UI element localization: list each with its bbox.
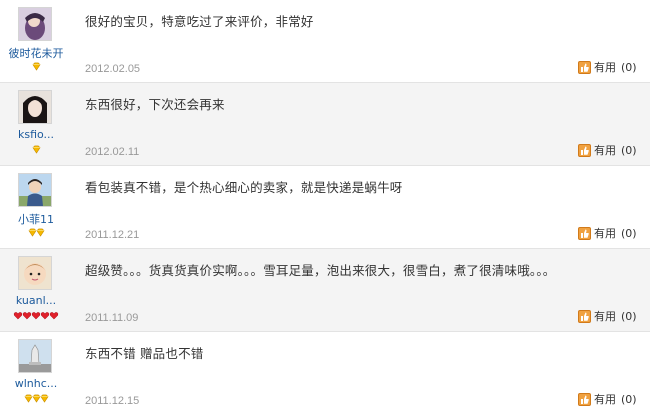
reviewer-info: 小菲11	[0, 166, 72, 248]
review-date: 2012.02.11	[85, 146, 140, 158]
useful-count: (0)	[621, 144, 637, 157]
thumbs-up-icon	[578, 393, 591, 406]
useful-label: 有用	[594, 144, 616, 157]
useful-button[interactable]: 有用 (0)	[578, 144, 650, 158]
yellow-diamond-icon	[40, 394, 49, 403]
review-content: 很好的宝贝，特意吃过了来评价，非常好	[85, 14, 314, 29]
thumbs-up-icon	[578, 227, 591, 240]
avatar-monument-icon	[19, 340, 51, 372]
avatar-baby-icon	[19, 257, 51, 289]
useful-count: (0)	[621, 393, 637, 406]
review-content: 东西很好，下次还会再来	[85, 97, 225, 112]
avatar-dark-hair-icon	[19, 91, 51, 123]
yellow-diamond-icon	[36, 228, 45, 237]
red-heart-icon	[49, 311, 59, 320]
review-date: 2011.11.09	[85, 312, 139, 324]
reputation-badges	[0, 145, 72, 155]
useful-count: (0)	[621, 310, 637, 323]
review-item: ksfio... 东西很好，下次还会再来 2012.02.11 有用 (0)	[0, 83, 650, 166]
review-date: 2011.12.15	[85, 395, 140, 407]
avatar-purple-icon	[19, 8, 51, 40]
thumbs-up-icon	[578, 310, 591, 323]
useful-count: (0)	[621, 61, 637, 74]
avatar[interactable]	[18, 339, 52, 373]
review-content: 看包装真不错，是个热心细心的卖家，就是快递是蜗牛呀	[85, 180, 403, 195]
useful-count: (0)	[621, 227, 637, 240]
reputation-badges	[0, 62, 72, 72]
reviewer-info: wlnhc...	[0, 332, 72, 414]
review-content: 东西不错 赠品也不错	[85, 346, 204, 361]
review-item: kuanl... 超级赞。。。货真货真价实啊。。。雪耳足量，泡出来很大，很雪白，…	[0, 249, 650, 332]
useful-label: 有用	[594, 310, 616, 323]
review-item: 小菲11 看包装真不错，是个热心细心的卖家，就是快递是蜗牛呀 2011.12.2…	[0, 166, 650, 249]
reputation-badges	[0, 311, 72, 321]
review-list: 彼时花未开 很好的宝贝，特意吃过了来评价，非常好 2012.02.05 有用 (…	[0, 0, 650, 416]
avatar-outdoor-icon	[19, 174, 51, 206]
review-item: wlnhc... 东西不错 赠品也不错 2011.12.15 有用 (0)	[0, 332, 650, 416]
avatar[interactable]	[18, 90, 52, 124]
yellow-diamond-icon	[32, 62, 41, 71]
review-date: 2011.12.21	[85, 229, 140, 241]
yellow-diamond-icon	[32, 145, 41, 154]
reviewer-name[interactable]: 小菲11	[0, 211, 72, 227]
useful-label: 有用	[594, 393, 616, 406]
avatar[interactable]	[18, 256, 52, 290]
useful-label: 有用	[594, 227, 616, 240]
reviewer-info: kuanl...	[0, 249, 72, 331]
thumbs-up-icon	[578, 61, 591, 74]
review-date: 2012.02.05	[85, 63, 141, 75]
reviewer-name[interactable]: wlnhc...	[0, 377, 72, 390]
useful-button[interactable]: 有用 (0)	[578, 61, 650, 75]
useful-label: 有用	[594, 61, 616, 74]
reviewer-name[interactable]: kuanl...	[0, 294, 72, 307]
avatar[interactable]	[18, 7, 52, 41]
thumbs-up-icon	[578, 144, 591, 157]
reputation-badges	[0, 394, 72, 404]
review-item: 彼时花未开 很好的宝贝，特意吃过了来评价，非常好 2012.02.05 有用 (…	[0, 0, 650, 83]
useful-button[interactable]: 有用 (0)	[578, 393, 650, 407]
useful-button[interactable]: 有用 (0)	[578, 227, 650, 241]
avatar[interactable]	[18, 173, 52, 207]
reviewer-info: 彼时花未开	[0, 0, 72, 82]
reviewer-info: ksfio...	[0, 83, 72, 165]
useful-button[interactable]: 有用 (0)	[578, 310, 650, 324]
review-content: 超级赞。。。货真货真价实啊。。。雪耳足量，泡出来很大，很雪白，煮了很清味哦。。。	[85, 263, 556, 278]
reviewer-name[interactable]: 彼时花未开	[0, 45, 72, 61]
reviewer-name[interactable]: ksfio...	[0, 128, 72, 141]
reputation-badges	[0, 228, 72, 238]
